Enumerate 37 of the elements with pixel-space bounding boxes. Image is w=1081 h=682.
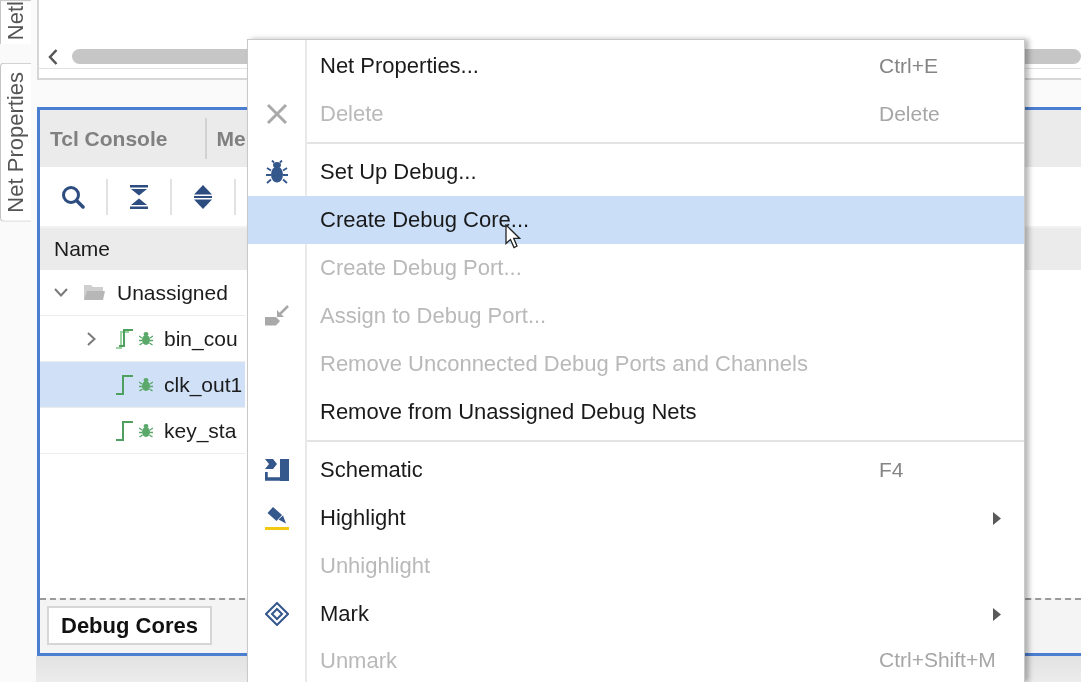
expand-all-icon[interactable] xyxy=(193,184,213,209)
menu-item[interactable]: Remove from Unassigned Debug Nets xyxy=(248,388,1024,436)
keyboard-shortcut: Ctrl+Shift+M xyxy=(879,648,996,672)
side-tab[interactable]: Net Properties xyxy=(0,63,31,222)
schematic-icon xyxy=(265,459,289,481)
menu-item[interactable]: Highlight xyxy=(248,494,1024,542)
menu-item[interactable]: Set Up Debug... xyxy=(248,148,1024,196)
close-icon xyxy=(266,103,288,125)
menu-item[interactable]: Mark xyxy=(248,590,1024,638)
keyboard-shortcut: Ctrl+E xyxy=(879,54,938,78)
chevron-down-icon[interactable] xyxy=(54,288,68,297)
column-header[interactable]: Name xyxy=(54,237,111,261)
side-tab[interactable]: Netl xyxy=(0,0,31,45)
folder-icon xyxy=(84,284,105,301)
chevron-right-icon[interactable] xyxy=(86,331,96,346)
bus-icon xyxy=(116,328,134,349)
keyboard-shortcut: F4 xyxy=(879,458,904,482)
menu-item[interactable]: Net Properties... Ctrl+E xyxy=(248,42,1024,90)
marker-pen-icon xyxy=(265,506,289,530)
bug-icon xyxy=(266,160,288,184)
menu-item[interactable]: Create Debug Core... xyxy=(248,196,1024,244)
bottom-tab[interactable]: Debug Cores xyxy=(47,606,212,645)
search-icon[interactable] xyxy=(61,184,85,209)
tree-row[interactable]: clk_out1 xyxy=(40,362,245,408)
step-signal-icon xyxy=(116,420,134,441)
collapse-all-icon[interactable] xyxy=(129,184,149,209)
tree-row[interactable]: key_sta xyxy=(40,408,245,454)
menu-item[interactable]: Schematic F4 xyxy=(248,446,1024,494)
tree-row[interactable]: Unassigned xyxy=(40,270,245,316)
bug-icon xyxy=(139,377,153,392)
chevron-left-icon[interactable] xyxy=(48,48,58,65)
bug-icon xyxy=(139,331,153,346)
diamond-icon xyxy=(265,602,289,626)
tag-arrow-icon xyxy=(265,305,289,327)
bug-icon xyxy=(139,423,153,438)
keyboard-shortcut: Delete xyxy=(879,102,940,126)
step-signal-icon xyxy=(116,374,134,395)
